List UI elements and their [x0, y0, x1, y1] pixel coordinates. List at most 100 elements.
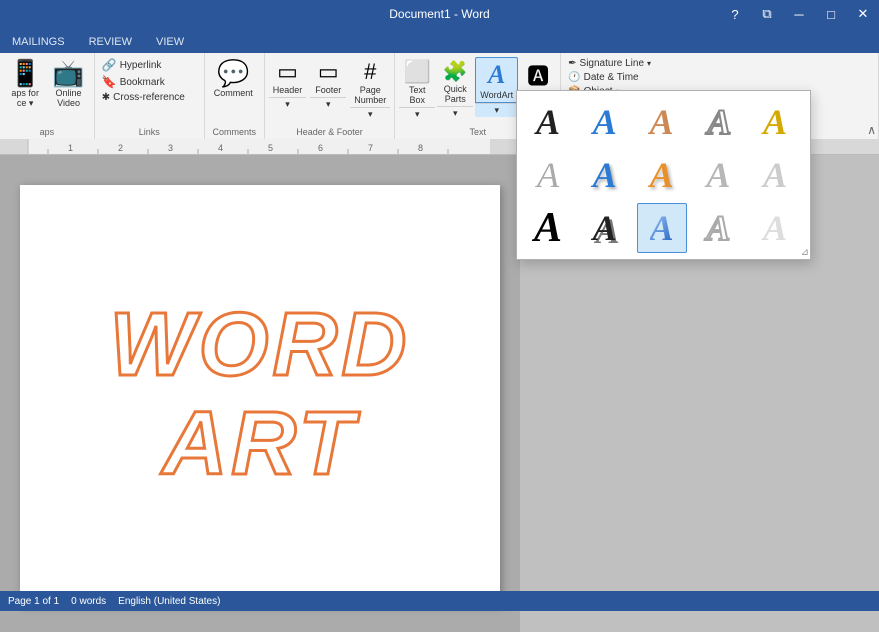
- group-apps: 📱 aps force ▾ 📺 OnlineVideo aps: [0, 53, 95, 139]
- header-split-btn: ▭ Header ▾: [269, 57, 307, 111]
- header-btn[interactable]: ▭ Header: [269, 57, 307, 97]
- textbox-btn[interactable]: ⬜ TextBox: [399, 57, 435, 107]
- bookmark-icon: 🔖: [102, 75, 117, 89]
- pagenumber-icon: #: [364, 59, 376, 85]
- footer-split-btn: ▭ Footer ▾: [310, 57, 346, 111]
- group-header-footer: ▭ Header ▾ ▭ Footer ▾ # PageNumber ▾: [265, 53, 396, 139]
- wordart-style-11[interactable]: A: [523, 203, 573, 253]
- language: English (United States): [118, 596, 220, 607]
- quickparts-dropdown[interactable]: ▾: [437, 106, 473, 120]
- quickparts-icon: 🧩: [443, 59, 468, 84]
- quickparts-btn[interactable]: 🧩 QuickParts: [437, 57, 473, 106]
- tab-view[interactable]: VIEW: [144, 32, 196, 53]
- wordart-popup: A A A A A A A A A A A: [516, 90, 811, 260]
- ribbon-display-btn[interactable]: ⧉: [751, 0, 783, 28]
- status-bar: Page 1 of 1 0 words English (United Stat…: [0, 591, 879, 611]
- header-dropdown[interactable]: ▾: [269, 97, 307, 111]
- group-label-headerfooter: Header & Footer: [265, 127, 395, 137]
- wordart-style-3[interactable]: A: [637, 97, 687, 147]
- datetime-icon: 🕐: [568, 72, 580, 83]
- svg-text:3: 3: [168, 143, 173, 153]
- wordart-style-12[interactable]: A: [580, 203, 630, 253]
- tab-mailings[interactable]: MAILINGS: [0, 32, 77, 53]
- datetime-btn[interactable]: 🕐 Date & Time: [565, 71, 641, 84]
- textbox-dropdown[interactable]: ▾: [399, 107, 435, 121]
- textbox-split-btn: ⬜ TextBox ▾: [399, 57, 435, 121]
- wordart-style-14[interactable]: A: [693, 203, 743, 253]
- maximize-btn[interactable]: □: [815, 0, 847, 28]
- pagenumber-dropdown[interactable]: ▾: [350, 107, 390, 121]
- left-panel: WORD ART: [0, 155, 520, 632]
- title-bar: Document1 - Word ? ⧉ ─ □ ✕: [0, 0, 879, 28]
- wordart-style-9[interactable]: A: [693, 150, 743, 200]
- svg-text:5: 5: [268, 143, 273, 153]
- svg-text:2: 2: [118, 143, 123, 153]
- wordart-line1: WORD: [110, 296, 411, 395]
- signature-row: ✒ Signature Line ▾: [565, 57, 654, 70]
- wordart-content: WORD ART: [110, 296, 411, 494]
- wordart-style-10[interactable]: A: [750, 150, 800, 200]
- svg-text:8: 8: [418, 143, 423, 153]
- wordart-line2: ART: [110, 395, 411, 494]
- apps-icon: 📱: [9, 59, 41, 88]
- video-icon: 📺: [52, 59, 84, 88]
- svg-text:6: 6: [318, 143, 323, 153]
- textbox-arrow: ▾: [415, 109, 420, 120]
- wordart-style-15[interactable]: A: [750, 203, 800, 253]
- wordart-btn[interactable]: A WordArt: [475, 57, 518, 103]
- wordart-icon: A: [488, 60, 505, 90]
- wordart-style-8[interactable]: A: [637, 150, 687, 200]
- minimize-btn[interactable]: ─: [783, 0, 815, 28]
- wordart-grid: A A A A A A A A A A A: [523, 97, 804, 253]
- ribbon-collapse-btn[interactable]: ∧: [867, 123, 876, 137]
- wordart-style-2[interactable]: A: [580, 97, 630, 147]
- close-btn[interactable]: ✕: [847, 0, 879, 28]
- links-buttons: 🔗 Hyperlink 🔖 Bookmark ✱ Cross-reference: [99, 55, 200, 120]
- textbox-icon: ⬜: [404, 59, 431, 85]
- group-label-links: Links: [95, 127, 204, 137]
- group-comments: 💬 Comment Comments: [205, 53, 265, 139]
- wordart-style-5[interactable]: A: [750, 97, 800, 147]
- group-label-comments: Comments: [205, 127, 264, 137]
- wordart-style-6[interactable]: A: [523, 150, 573, 200]
- wordart-style-1[interactable]: A: [523, 97, 573, 147]
- header-arrow: ▾: [285, 99, 290, 110]
- dropcap-icon: 🅰: [527, 59, 549, 91]
- svg-text:4: 4: [218, 143, 223, 153]
- online-video-btn[interactable]: 📺 OnlineVideo: [47, 57, 89, 110]
- datetime-row: 🕐 Date & Time: [565, 71, 641, 84]
- comment-icon: 💬: [217, 59, 249, 88]
- wordart-style-7[interactable]: A: [580, 150, 630, 200]
- comment-btn[interactable]: 💬 Comment: [209, 57, 258, 100]
- hyperlink-btn[interactable]: 🔗 Hyperlink: [99, 57, 200, 73]
- wordart-style-13[interactable]: A: [637, 203, 687, 253]
- signature-btn[interactable]: ✒ Signature Line ▾: [565, 57, 654, 70]
- group-links: 🔗 Hyperlink 🔖 Bookmark ✱ Cross-reference…: [95, 53, 205, 139]
- help-btn[interactable]: ?: [719, 0, 751, 28]
- crossref-icon: ✱: [102, 92, 110, 103]
- footer-arrow: ▾: [326, 99, 331, 110]
- footer-dropdown[interactable]: ▾: [310, 97, 346, 111]
- header-icon: ▭: [277, 59, 298, 85]
- ribbon-tabs: MAILINGS REVIEW VIEW: [0, 28, 879, 53]
- footer-btn[interactable]: ▭ Footer: [310, 57, 346, 97]
- wordart-style-4[interactable]: A: [693, 97, 743, 147]
- word-count: 0 words: [71, 596, 106, 607]
- tab-review[interactable]: REVIEW: [77, 32, 144, 53]
- wordart-split-btn: A WordArt ▾: [475, 57, 518, 117]
- title-bar-text: Document1 - Word: [389, 7, 489, 21]
- footer-icon: ▭: [318, 59, 339, 85]
- wordart-arrow: ▾: [494, 105, 499, 116]
- crossref-btn[interactable]: ✱ Cross-reference: [99, 91, 200, 104]
- document-page: WORD ART: [20, 185, 500, 605]
- apps-for-office-btn[interactable]: 📱 aps force ▾: [4, 57, 46, 111]
- window-controls: ? ⧉ ─ □ ✕: [719, 0, 879, 28]
- pagenumber-btn[interactable]: # PageNumber: [350, 57, 390, 107]
- wordart-dropdown[interactable]: ▾: [475, 103, 518, 117]
- signature-arrow: ▾: [647, 59, 651, 68]
- hyperlink-icon: 🔗: [102, 58, 117, 72]
- quickparts-arrow: ▾: [453, 108, 458, 119]
- popup-resize-handle[interactable]: ⊿: [801, 247, 809, 258]
- svg-text:7: 7: [368, 143, 373, 153]
- bookmark-btn[interactable]: 🔖 Bookmark: [99, 74, 200, 90]
